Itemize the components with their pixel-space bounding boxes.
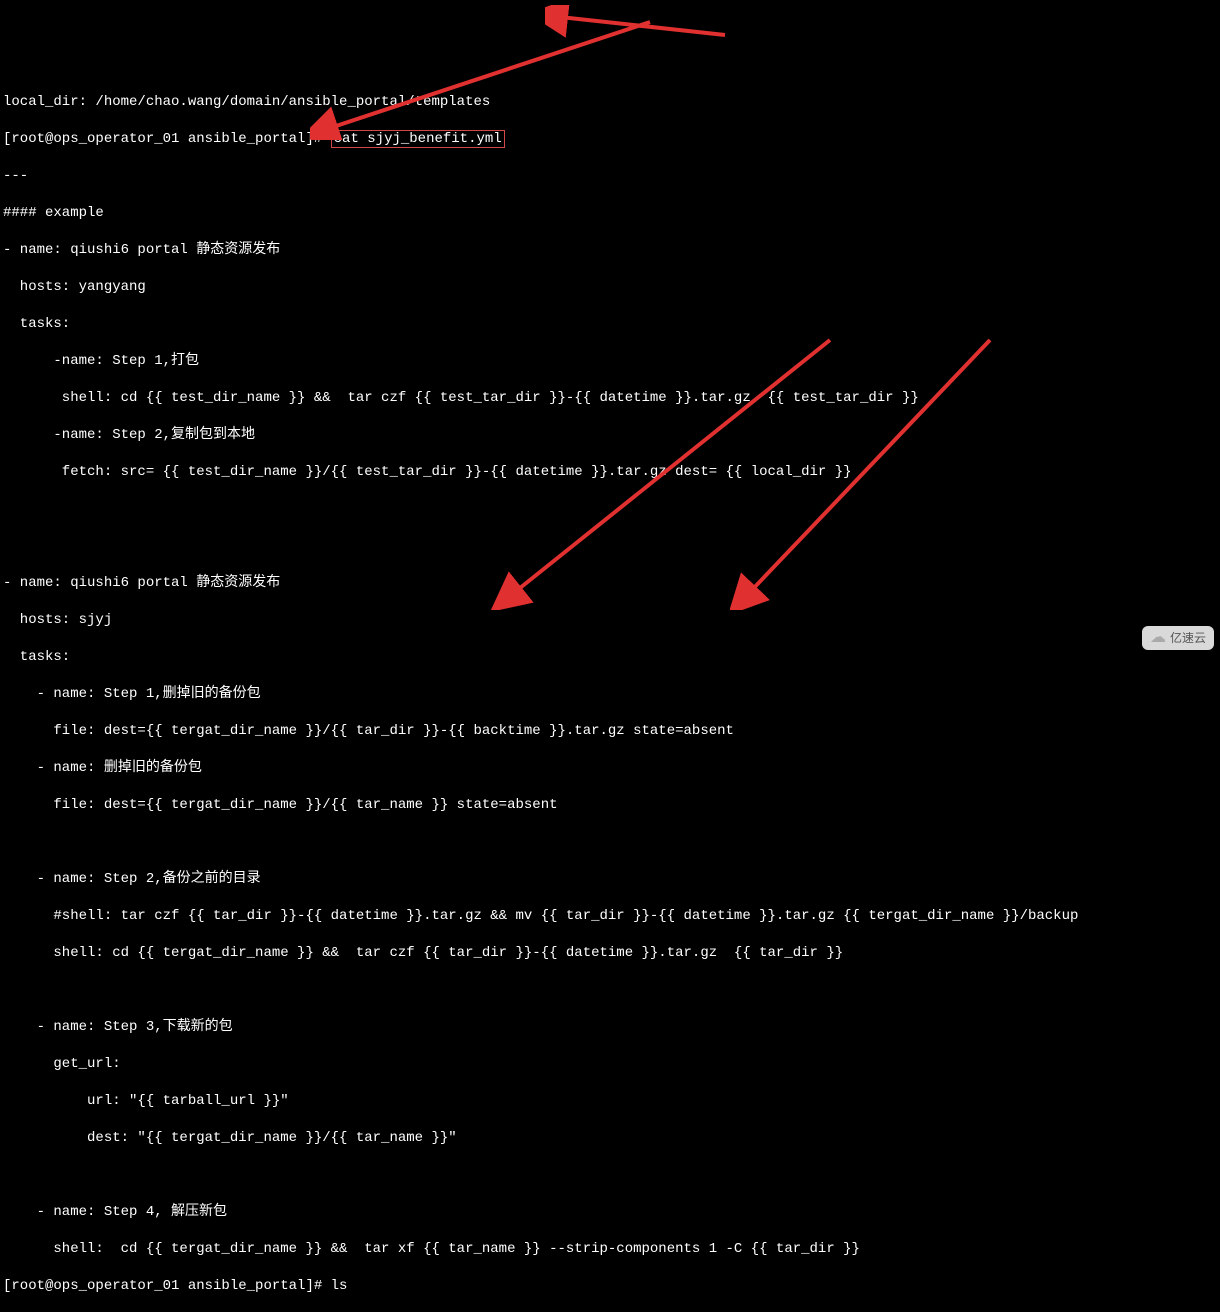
yml-line — [3, 833, 1217, 852]
yml-line: - name: Step 3,下载新的包 — [3, 1018, 1217, 1037]
prompt: [root@ops_operator_01 ansible_portal]# — [3, 1278, 331, 1294]
yml-line: shell: cd {{ tergat_dir_name }} && tar x… — [3, 1240, 1217, 1259]
yml-line: file: dest={{ tergat_dir_name }}/{{ tar_… — [3, 722, 1217, 741]
yml-line: tasks: — [3, 648, 1217, 667]
cloud-icon: ☁ — [1150, 629, 1166, 648]
yml-line: - name: 删掉旧的备份包 — [3, 759, 1217, 778]
watermark: ☁ 亿速云 — [1142, 626, 1214, 651]
yml-line: #shell: tar czf {{ tar_dir }}-{{ datetim… — [3, 907, 1217, 926]
cut-line: local_dir: /home/chao.wang/domain/ansibl… — [3, 93, 1217, 112]
yml-line: file: dest={{ tergat_dir_name }}/{{ tar_… — [3, 796, 1217, 815]
yml-line: fetch: src= {{ test_dir_name }}/{{ test_… — [3, 463, 1217, 482]
yml-line: dest: "{{ tergat_dir_name }}/{{ tar_name… — [3, 1129, 1217, 1148]
yml-line: get_url: — [3, 1055, 1217, 1074]
yml-line: -name: Step 1,打包 — [3, 352, 1217, 371]
prompt: [root@ops_operator_01 ansible_portal]# — [3, 131, 331, 147]
watermark-text: 亿速云 — [1170, 629, 1206, 648]
yml-line — [3, 537, 1217, 556]
yml-line: - name: Step 2,备份之前的目录 — [3, 870, 1217, 889]
yml-line: url: "{{ tarball_url }}" — [3, 1092, 1217, 1111]
prompt-line-1: [root@ops_operator_01 ansible_portal]# c… — [3, 130, 1217, 149]
yml-line: - name: Step 1,删掉旧的备份包 — [3, 685, 1217, 704]
yml-line: hosts: sjyj — [3, 611, 1217, 630]
yml-line: - name: qiushi6 portal 静态资源发布 — [3, 241, 1217, 260]
prompt-line-2: [root@ops_operator_01 ansible_portal]# l… — [3, 1277, 1217, 1296]
command: ls — [331, 1278, 348, 1294]
yml-line: - name: qiushi6 portal 静态资源发布 — [3, 574, 1217, 593]
yml-line: shell: cd {{ test_dir_name }} && tar czf… — [3, 389, 1217, 408]
yml-line: - name: Step 4, 解压新包 — [3, 1203, 1217, 1222]
arrow-annotation-2 — [545, 5, 745, 45]
yml-line — [3, 981, 1217, 1000]
yml-line: --- — [3, 167, 1217, 186]
yml-line: tasks: — [3, 315, 1217, 334]
yml-line: shell: cd {{ tergat_dir_name }} && tar c… — [3, 944, 1217, 963]
yml-line: #### example — [3, 204, 1217, 223]
yml-line — [3, 500, 1217, 519]
yml-line: hosts: yangyang — [3, 278, 1217, 297]
command-boxed: cat sjyj_benefit.yml — [331, 130, 505, 148]
yml-line: -name: Step 2,复制包到本地 — [3, 426, 1217, 445]
terminal-area[interactable]: local_dir: /home/chao.wang/domain/ansibl… — [0, 74, 1220, 1312]
yml-line — [3, 1166, 1217, 1185]
